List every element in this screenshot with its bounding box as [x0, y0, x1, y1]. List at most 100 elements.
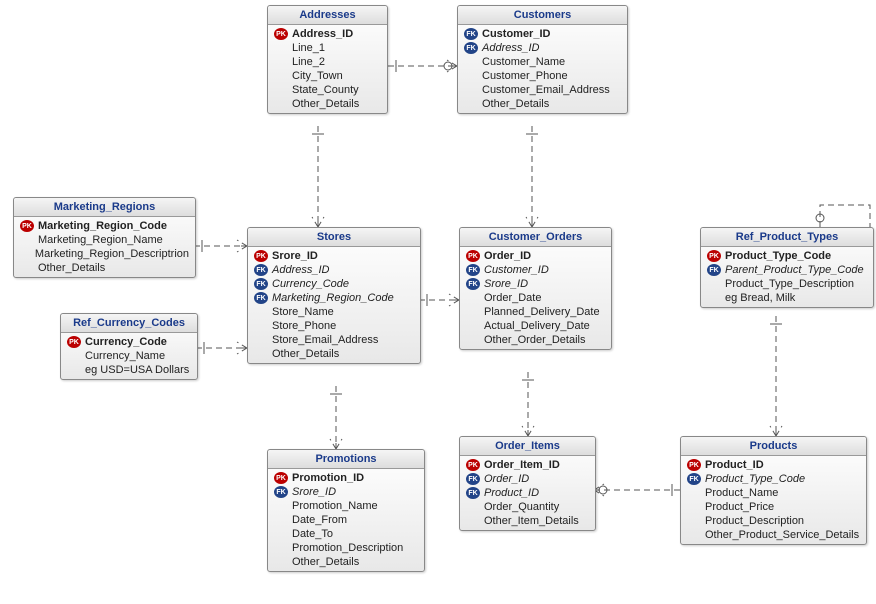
entity-title: Addresses: [268, 6, 387, 25]
entity-marketing_regions: Marketing_Regions PKMarketing_Region_Code…: [13, 197, 196, 278]
attribute-row: PKProduct_Type_Code: [701, 249, 873, 263]
primary-key-icon: PK: [707, 250, 721, 262]
attribute-list: PKOrder_Item_IDFKOrder_IDFKProduct_IDOrd…: [460, 456, 595, 530]
attribute-row: PK Product_ID: [681, 458, 866, 472]
attribute-name: Srore_ID: [484, 278, 528, 290]
attribute-name: Promotion_ID: [292, 472, 364, 484]
attribute-name: Customer_Name: [482, 56, 565, 68]
attribute-name: Order_Date: [484, 292, 541, 304]
attribute-row: PK Order_Item_ID: [460, 458, 595, 472]
entity-title: Products: [681, 437, 866, 456]
attribute-row: FKCurrency_Code: [248, 277, 420, 291]
no-key-icon: [687, 515, 701, 527]
attribute-list: PKPromotion_IDFKSrore_IDPromotion_NameDa…: [268, 469, 424, 571]
attribute-name: Parent_Product_Type_Code: [725, 264, 864, 276]
no-key-icon: [466, 334, 480, 346]
attribute-row: FKSrore_ID: [460, 277, 611, 291]
primary-key-icon: PK: [466, 250, 480, 262]
attribute-row: FKCustomer_ID: [460, 263, 611, 277]
foreign-key-icon: FK: [707, 264, 721, 276]
no-key-icon: [466, 320, 480, 332]
no-key-icon: [20, 262, 34, 274]
attribute-name: Actual_Delivery_Date: [484, 320, 590, 332]
attribute-row: PKPromotion_ID: [268, 471, 424, 485]
attribute-row: PKSrore_ID: [248, 249, 420, 263]
entity-ref_product_types: Ref_Product_TypesPKProduct_Type_CodeFKPa…: [700, 227, 874, 308]
no-key-icon: [274, 556, 288, 568]
attribute-name: Other_Details: [292, 556, 359, 568]
entity-title: Customer_Orders: [460, 228, 611, 247]
foreign-key-icon: FK: [254, 292, 268, 304]
attribute-name: Promotion_Description: [292, 542, 403, 554]
attribute-row: Customer_Name: [458, 55, 627, 69]
attribute-row: FK Order_ID: [460, 472, 595, 486]
attribute-name: Order_ID: [484, 473, 529, 485]
attribute-row: FK Parent_Product_Type_Code: [701, 263, 873, 277]
entity-ref_currency_codes: Ref_Currency_CodesPKCurrency_CodeCurrenc…: [60, 313, 198, 380]
attribute-row: PKMarketing_Region_Code: [14, 219, 195, 233]
no-key-icon: [687, 501, 701, 513]
no-key-icon: [254, 306, 268, 318]
attribute-row: Store_Phone: [248, 319, 420, 333]
attribute-name: Srore_ID: [272, 250, 318, 262]
attribute-name: Marketing_Region_Code: [272, 292, 394, 304]
attribute-name: Other_Details: [272, 348, 339, 360]
foreign-key-icon: FK: [466, 473, 480, 485]
foreign-key-icon: FK: [464, 28, 478, 40]
attribute-name: Customer_Email_Address: [482, 84, 610, 96]
attribute-name: State_County: [292, 84, 359, 96]
attribute-row: Promotion_Description: [268, 541, 424, 555]
attribute-name: Customer_Phone: [482, 70, 568, 82]
attribute-row: PKAddress_ID: [268, 27, 387, 41]
attribute-row: PKOrder_ID: [460, 249, 611, 263]
no-key-icon: [254, 320, 268, 332]
no-key-icon: [466, 306, 480, 318]
attribute-row: FK Marketing_Region_Code: [248, 291, 420, 305]
no-key-icon: [466, 515, 480, 527]
attribute-row: FKProduct_ID: [460, 486, 595, 500]
primary-key-icon: PK: [274, 28, 288, 40]
attribute-row: Other_Details: [248, 347, 420, 361]
attribute-row: Product_Type_Description: [701, 277, 873, 291]
attribute-row: eg Bread, Milk: [701, 291, 873, 305]
attribute-row: FKAddress_ID: [458, 41, 627, 55]
attribute-name: Product_Description: [705, 515, 804, 527]
attribute-name: Address_ID: [272, 264, 329, 276]
no-key-icon: [464, 98, 478, 110]
attribute-name: Other_Details: [482, 98, 549, 110]
attribute-list: PKOrder_IDFKCustomer_IDFKSrore_IDOrder_D…: [460, 247, 611, 349]
entity-promotions: PromotionsPKPromotion_IDFKSrore_IDPromot…: [267, 449, 425, 572]
attribute-row: Customer_Phone: [458, 69, 627, 83]
foreign-key-icon: FK: [466, 487, 480, 499]
attribute-row: Store_Email_Address: [248, 333, 420, 347]
attribute-name: Other_Product_Service_Details: [705, 529, 859, 541]
primary-key-icon: PK: [687, 459, 701, 471]
no-key-icon: [20, 234, 34, 246]
attribute-name: Planned_Delivery_Date: [484, 306, 600, 318]
attribute-name: Product_ID: [705, 459, 764, 471]
attribute-list: PKProduct_Type_CodeFK Parent_Product_Type…: [701, 247, 873, 307]
attribute-row: Marketing_Region_Name: [14, 233, 195, 247]
attribute-name: Currency_Name: [85, 350, 165, 362]
entity-title: Marketing_Regions: [14, 198, 195, 217]
attribute-row: Order_Date: [460, 291, 611, 305]
attribute-name: Currency_Code: [85, 336, 167, 348]
primary-key-icon: PK: [466, 459, 480, 471]
no-key-icon: [274, 84, 288, 96]
attribute-name: Promotion_Name: [292, 500, 378, 512]
no-key-icon: [464, 56, 478, 68]
attribute-name: Marketing_Region_Name: [38, 234, 163, 246]
attribute-name: Customer_ID: [484, 264, 549, 276]
attribute-name: Line_1: [292, 42, 325, 54]
attribute-list: PKProduct_IDFKProduct_Type_CodeProduct_N…: [681, 456, 866, 544]
attribute-name: Order_Item_ID: [484, 459, 560, 471]
attribute-row: Line_2: [268, 55, 387, 69]
attribute-row: Line_1: [268, 41, 387, 55]
entity-title: Order_Items: [460, 437, 595, 456]
attribute-row: Product_Name: [681, 486, 866, 500]
no-key-icon: [274, 500, 288, 512]
attribute-name: Marketing_Region_Code: [38, 220, 167, 232]
no-key-icon: [20, 248, 31, 260]
no-key-icon: [466, 292, 480, 304]
attribute-name: Other_Details: [38, 262, 105, 274]
